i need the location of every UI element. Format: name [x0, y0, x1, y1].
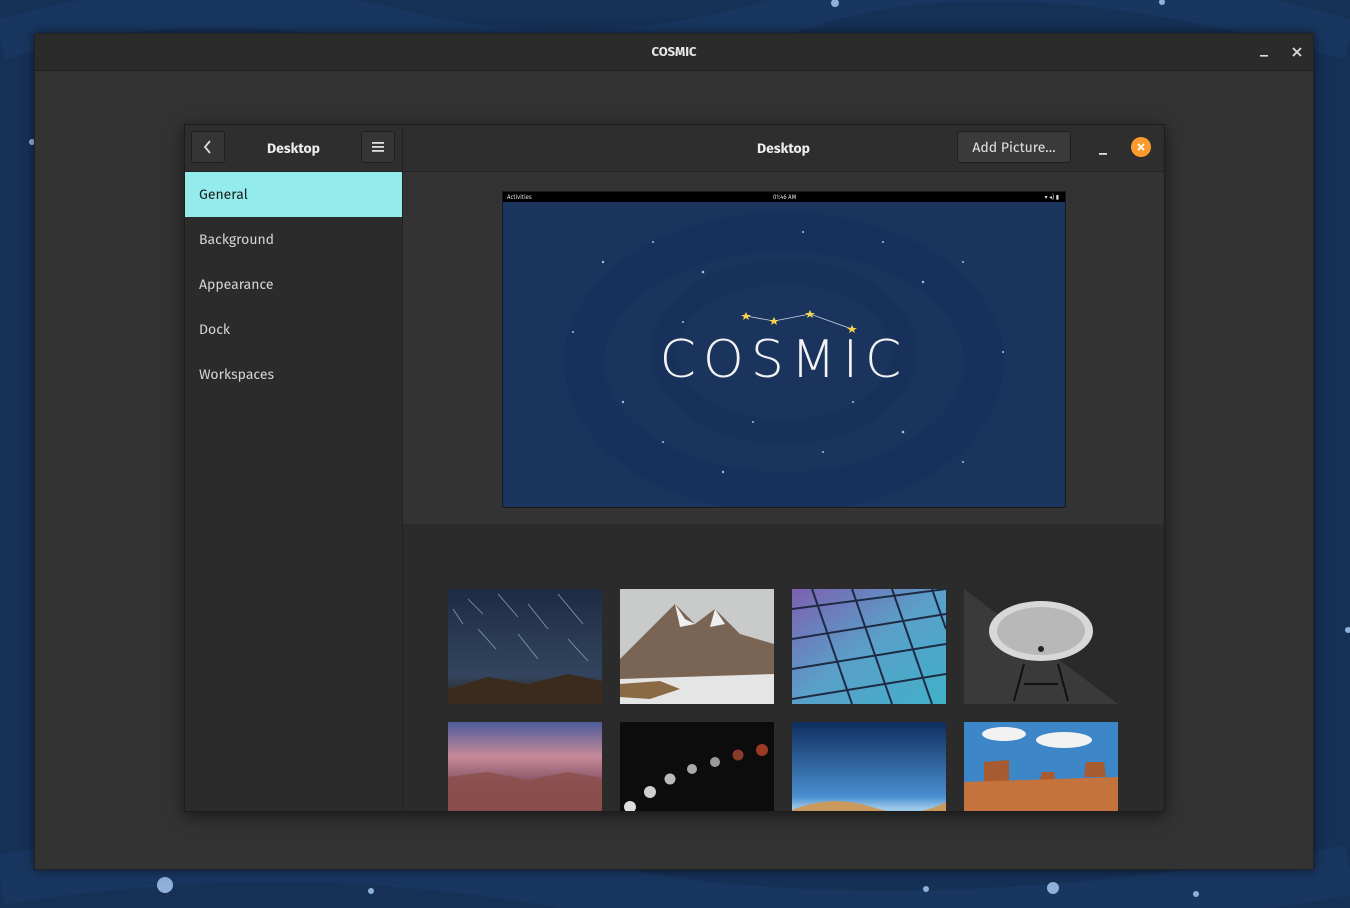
wallpaper-preview-area: Activities 01:46 AM ▾ ◂) ▮ COSMIC	[403, 172, 1164, 524]
minimize-icon	[1260, 55, 1268, 57]
sidebar-item-general[interactable]: General	[185, 172, 402, 217]
wallpaper-thumb-star-trails[interactable]	[448, 589, 602, 704]
minimize-icon	[1099, 153, 1107, 155]
canyon-sunset-image	[448, 722, 602, 811]
snowy-mountains-image	[620, 589, 774, 704]
main-title: Desktop	[756, 139, 811, 157]
monument-valley-image	[964, 722, 1118, 811]
settings-window: Desktop General Background Appearance Do…	[184, 124, 1165, 812]
sidebar-item-workspaces[interactable]: Workspaces	[185, 352, 402, 397]
outer-close-button[interactable]	[1280, 34, 1314, 70]
wallpaper-thumb-radio-telescope[interactable]	[964, 589, 1118, 704]
preview-logo-text: COSMIC	[659, 330, 909, 390]
star-trails-image	[448, 589, 602, 704]
sidebar-item-dock[interactable]: Dock	[185, 307, 402, 352]
main-header: Desktop Add Picture…	[403, 125, 1164, 172]
minimize-button[interactable]	[1093, 137, 1113, 157]
menu-button[interactable]	[361, 131, 395, 163]
geometric-glass-image	[792, 589, 946, 704]
chevron-left-icon	[203, 140, 211, 154]
wallpaper-thumb-monument-valley[interactable]	[964, 722, 1118, 811]
sidebar-title: Desktop	[266, 139, 321, 157]
preview-activities-label: Activities	[507, 193, 532, 201]
wallpaper-thumb-snowy-mountains[interactable]	[620, 589, 774, 704]
lunar-eclipse-image	[620, 722, 774, 811]
preview-status-icons: ▾ ◂) ▮	[1044, 193, 1059, 201]
outer-window-title: COSMIC	[651, 44, 697, 60]
sidebar-header: Desktop	[185, 125, 402, 172]
preview-clock: 01:46 AM	[773, 193, 797, 201]
sidebar: Desktop General Background Appearance Do…	[185, 125, 403, 811]
wallpaper-thumb-canyon-sunset[interactable]	[448, 722, 602, 811]
close-icon	[1292, 47, 1302, 57]
outer-minimize-button[interactable]	[1247, 34, 1281, 70]
desert-dunes-image	[792, 722, 946, 811]
preview-topbar: Activities 01:46 AM ▾ ◂) ▮	[503, 192, 1065, 202]
desktop-preview: Activities 01:46 AM ▾ ◂) ▮ COSMIC	[502, 191, 1066, 508]
main-panel: Desktop Add Picture… Activities 01:46 AM…	[403, 125, 1164, 811]
close-icon	[1137, 143, 1145, 151]
radio-telescope-image	[964, 589, 1118, 704]
wallpaper-thumb-desert-dunes[interactable]	[792, 722, 946, 811]
close-button[interactable]	[1131, 137, 1151, 157]
hamburger-menu-icon	[372, 142, 384, 152]
back-button[interactable]	[191, 131, 225, 163]
add-picture-button[interactable]: Add Picture…	[957, 131, 1071, 163]
wallpaper-thumb-lunar-eclipse[interactable]	[620, 722, 774, 811]
outer-window: COSMIC Desktop General Background Appear…	[34, 33, 1314, 870]
wallpaper-grid	[403, 524, 1164, 811]
sidebar-item-background[interactable]: Background	[185, 217, 402, 262]
wallpaper-thumb-geometric-glass[interactable]	[792, 589, 946, 704]
sidebar-item-appearance[interactable]: Appearance	[185, 262, 402, 307]
outer-titlebar[interactable]: COSMIC	[35, 34, 1313, 71]
